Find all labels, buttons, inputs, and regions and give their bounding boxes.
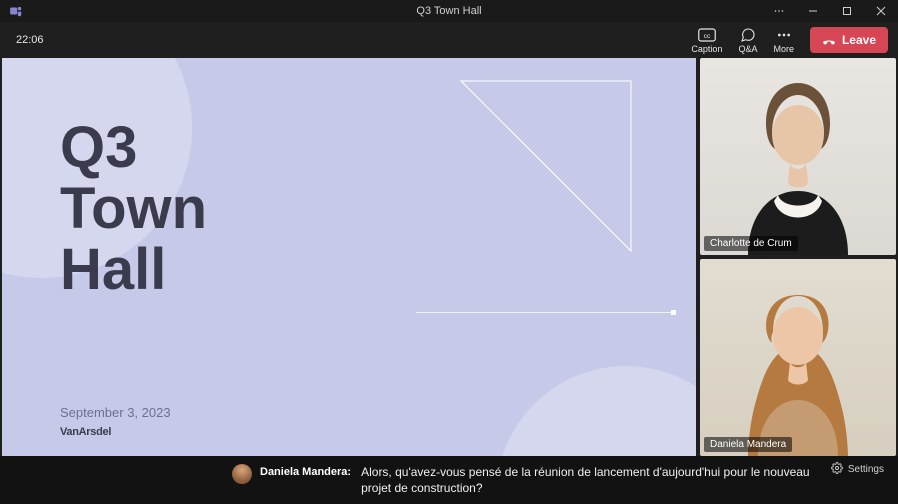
participant-tile[interactable]: Charlotte de Crum [700, 58, 896, 255]
leave-label: Leave [842, 33, 876, 47]
participant-tile[interactable]: Daniela Mandera [700, 259, 896, 456]
slide-date: September 3, 2023 [60, 405, 171, 420]
qna-label: Q&A [738, 44, 757, 54]
app-window: Q3 Town Hall 22:06 cc Caption Q&A [0, 0, 898, 504]
avatar [713, 266, 883, 456]
toolbar-more-icon[interactable] [762, 0, 796, 22]
more-button[interactable]: More [773, 27, 794, 54]
slide-decor-line [416, 312, 676, 313]
teams-app-icon [6, 1, 26, 21]
caption-speaker-avatar [232, 464, 252, 484]
chat-icon [740, 27, 756, 43]
caption-button[interactable]: cc Caption [691, 27, 722, 54]
maximize-icon[interactable] [830, 0, 864, 22]
meeting-timer: 22:06 [16, 34, 44, 46]
titlebar: Q3 Town Hall [0, 0, 898, 22]
caption-text: Alors, qu'avez-vous pensé de la réunion … [361, 464, 841, 496]
participant-name: Daniela Mandera [704, 437, 792, 452]
slide-heading: Q3 Town Hall [60, 118, 207, 301]
gear-icon [831, 462, 843, 477]
svg-text:cc: cc [704, 33, 711, 40]
slide-decor-triangle [456, 76, 636, 256]
meeting-toolbar: 22:06 cc Caption Q&A More Leave [0, 22, 898, 58]
participant-name: Charlotte de Crum [704, 236, 798, 251]
minimize-icon[interactable] [796, 0, 830, 22]
meeting-stage: Q3 Town Hall September 3, 2023 VanArsdel… [0, 58, 898, 456]
window-controls [762, 0, 898, 22]
caption-settings-label: Settings [848, 464, 884, 475]
hangup-icon [822, 33, 836, 47]
avatar [718, 75, 878, 255]
participant-video-column: Charlotte de Crum Daniela Mandera [700, 58, 896, 456]
qna-button[interactable]: Q&A [738, 27, 757, 54]
more-label: More [773, 44, 794, 54]
live-caption-bar: Daniela Mandera: Alors, qu'avez-vous pen… [0, 456, 898, 504]
caption-settings-button[interactable]: Settings [831, 462, 884, 477]
caption-icon: cc [698, 27, 716, 43]
slide-brand: VanArsdel [60, 426, 111, 438]
leave-button[interactable]: Leave [810, 27, 888, 53]
caption-speaker-name: Daniela Mandera: [260, 466, 351, 478]
shared-slide[interactable]: Q3 Town Hall September 3, 2023 VanArsdel [2, 58, 696, 456]
caption-label: Caption [691, 44, 722, 54]
slide-decor-square [671, 310, 676, 315]
more-icon [776, 27, 792, 43]
window-title: Q3 Town Hall [416, 5, 481, 17]
close-icon[interactable] [864, 0, 898, 22]
slide-decor-circle-small [496, 366, 696, 456]
